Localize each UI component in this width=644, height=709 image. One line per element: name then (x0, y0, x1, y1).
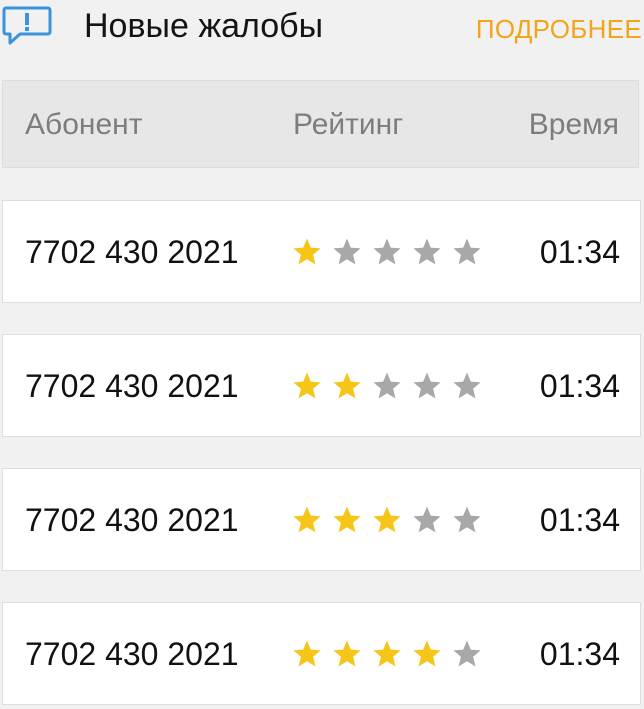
complaints-header: Новые жалобы ПОДРОБНЕЕ (0, 0, 644, 60)
complaint-time: 01:34 (539, 502, 620, 538)
table-header: Абонент Рейтинг Время (2, 80, 639, 168)
star-filled-icon (333, 506, 361, 533)
column-header-subscriber: Абонент (25, 108, 143, 141)
star-empty-icon (453, 506, 481, 533)
column-header-time: Время (528, 108, 619, 141)
star-empty-icon (453, 640, 481, 667)
complaint-row[interactable]: 7702 430 2021 01:34 (2, 334, 641, 437)
subscriber-number: 7702 430 2021 (25, 636, 239, 672)
page-title: Новые жалобы (84, 7, 324, 45)
star-filled-icon (293, 372, 321, 399)
column-header-rating: Рейтинг (293, 108, 404, 141)
rating-stars (292, 371, 492, 401)
star-filled-icon (293, 640, 321, 667)
star-filled-icon (373, 640, 401, 667)
star-empty-icon (373, 372, 401, 399)
star-empty-icon (413, 238, 441, 265)
complaints-screen: Новые жалобы ПОДРОБНЕЕ Абонент Рейтинг В… (0, 0, 644, 709)
subscriber-number: 7702 430 2021 (25, 502, 239, 538)
complaint-time: 01:34 (539, 234, 620, 270)
subscriber-number: 7702 430 2021 (25, 234, 239, 270)
subscriber-number: 7702 430 2021 (25, 368, 239, 404)
complaint-row[interactable]: 7702 430 2021 01:34 (2, 602, 641, 705)
star-empty-icon (413, 506, 441, 533)
complaint-time: 01:34 (539, 368, 620, 404)
star-empty-icon (333, 238, 361, 265)
star-filled-icon (413, 640, 441, 667)
star-filled-icon (293, 506, 321, 533)
rating-stars (292, 237, 492, 267)
star-filled-icon (333, 640, 361, 667)
complaint-row[interactable]: 7702 430 2021 01:34 (2, 200, 641, 303)
star-empty-icon (453, 372, 481, 399)
complaint-row[interactable]: 7702 430 2021 01:34 (2, 468, 641, 571)
star-empty-icon (453, 238, 481, 265)
star-filled-icon (293, 238, 321, 265)
star-filled-icon (333, 372, 361, 399)
star-filled-icon (373, 506, 401, 533)
complaint-time: 01:34 (539, 636, 620, 672)
star-empty-icon (413, 372, 441, 399)
star-empty-icon (373, 238, 401, 265)
rating-stars (292, 505, 492, 535)
more-details-link[interactable]: ПОДРОБНЕЕ (476, 12, 642, 46)
rating-stars (292, 639, 492, 669)
chat-alert-icon (2, 6, 52, 45)
